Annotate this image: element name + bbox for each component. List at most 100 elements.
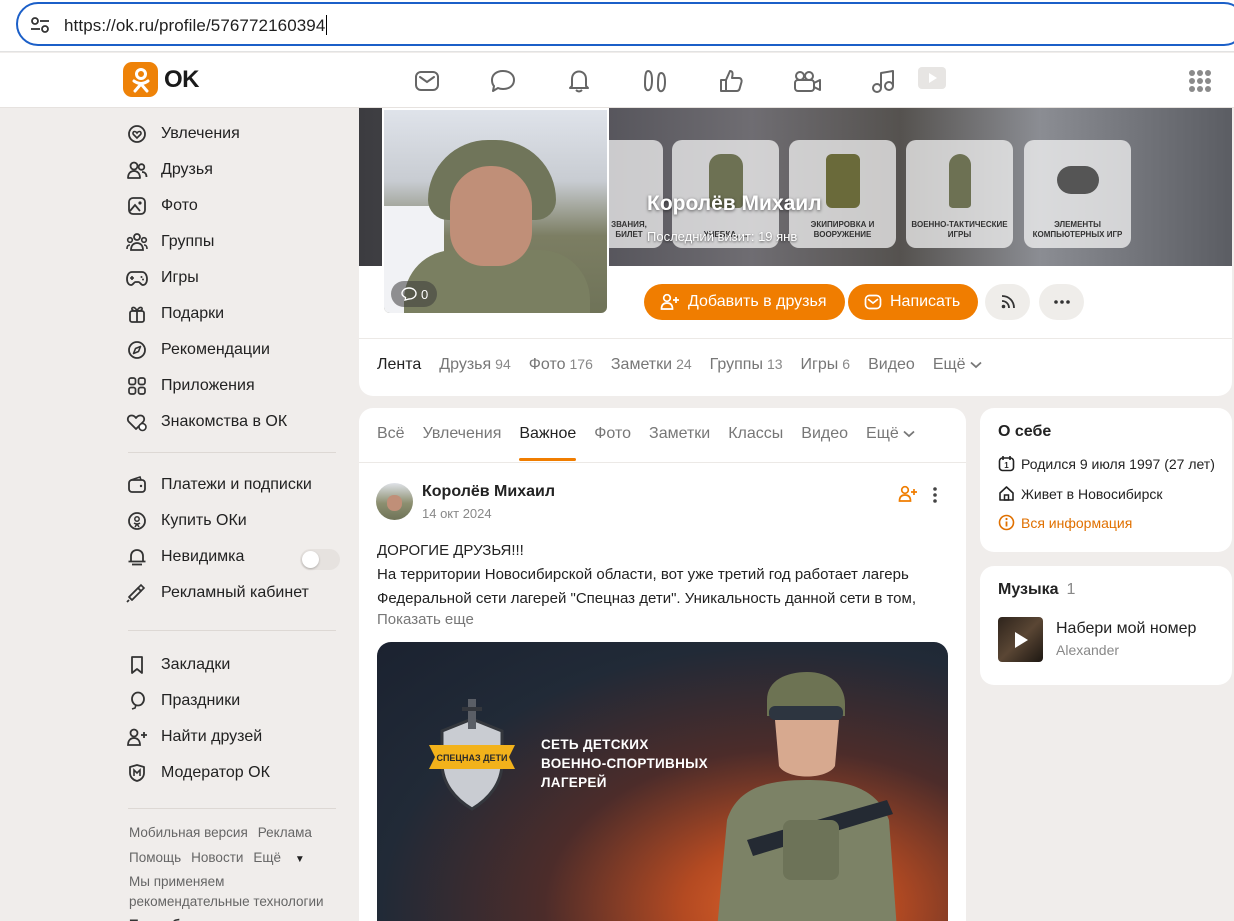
sidebar-item-holidays[interactable]: Праздники <box>126 688 240 714</box>
last-visit: Последний визит: 19 янв <box>647 229 798 244</box>
video-icon[interactable] <box>918 67 946 89</box>
sidebar-item-games[interactable]: Игры <box>126 265 199 291</box>
feed-tab-video[interactable]: Видео <box>801 425 848 461</box>
url-field[interactable]: https://ok.ru/profile/576772160394 <box>16 2 1234 46</box>
tab-video[interactable]: Видео <box>868 356 915 374</box>
mail-icon[interactable] <box>408 66 446 96</box>
sidebar-item-hobbies[interactable]: Увлечения <box>126 121 240 147</box>
apps-grid-icon[interactable] <box>1189 70 1211 92</box>
footer-link-news[interactable]: Новости <box>191 850 243 865</box>
sidebar-item-gifts[interactable]: Подарки <box>126 301 224 327</box>
gift-icon <box>126 303 148 325</box>
feed-tab-photo[interactable]: Фото <box>594 425 631 461</box>
tab-games[interactable]: Игры 6 <box>801 356 851 374</box>
tab-photo[interactable]: Фото 176 <box>529 356 593 374</box>
music-card: Музыка 1 Набери мой номер Alexander <box>980 566 1232 685</box>
sidebar-item-label: Праздники <box>161 692 241 709</box>
calendar-icon: 1 <box>998 456 1015 472</box>
like-icon[interactable] <box>712 66 750 96</box>
dating-icon <box>126 411 148 433</box>
sidebar-item-photo[interactable]: Фото <box>126 193 198 219</box>
sidebar-item-dating[interactable]: Знакомства в ОК <box>126 409 287 435</box>
profile-name: Королёв Михаил <box>647 192 822 215</box>
add-friend-icon <box>126 726 148 748</box>
sidebar-item-invisible[interactable]: Невидимка <box>126 544 244 570</box>
friends-icon <box>126 159 148 181</box>
write-message-button[interactable]: Написать <box>848 284 979 320</box>
music-title[interactable]: Музыка 1 <box>998 581 1075 599</box>
subscribe-button[interactable] <box>985 284 1030 320</box>
feed-tab-likes[interactable]: Классы <box>728 425 783 461</box>
sidebar-item-bookmarks[interactable]: Закладки <box>126 652 230 678</box>
more-vertical-icon[interactable] <box>931 485 939 505</box>
ok-logo[interactable]: OK <box>123 62 200 97</box>
tab-more[interactable]: Ещё <box>933 356 982 374</box>
ads-icon <box>126 582 148 604</box>
feed-tab-all[interactable]: Всё <box>377 425 405 461</box>
spetsnaz-deti-logo: СПЕЦНАЗ ДЕТИ <box>429 699 515 811</box>
comment-icon <box>401 287 417 301</box>
tab-feed[interactable]: Лента <box>377 356 421 374</box>
post-date: 14 окт 2024 <box>422 506 492 521</box>
track-title[interactable]: Набери мой номер <box>1056 620 1196 638</box>
post-image[interactable]: СПЕЦНАЗ ДЕТИ СЕТЬ ДЕТСКИХ ВОЕННО-СПОРТИВ… <box>377 642 948 921</box>
top-navigation <box>408 66 902 96</box>
sidebar-item-recommendations[interactable]: Рекомендации <box>126 337 270 363</box>
sidebar-item-apps[interactable]: Приложения <box>126 373 255 399</box>
coin-icon <box>126 510 148 532</box>
chevron-down-icon <box>970 361 982 369</box>
tab-notes[interactable]: Заметки 24 <box>611 356 692 374</box>
more-actions-button[interactable] <box>1039 284 1084 320</box>
site-settings-icon[interactable] <box>30 16 50 34</box>
guests-icon[interactable] <box>636 66 674 96</box>
post-author-avatar[interactable] <box>376 483 413 520</box>
sidebar-item-ads-cabinet[interactable]: Рекламный кабинет <box>126 580 309 606</box>
about-all-info-link[interactable]: Вся информация <box>998 514 1132 531</box>
post-author-name[interactable]: Королёв Михаил <box>422 483 555 501</box>
feed-tab-notes[interactable]: Заметки <box>649 425 710 461</box>
music-icon[interactable] <box>864 66 902 96</box>
about-card: О себе 1 Родился 9 июля 1997 (27 лет) Жи… <box>980 408 1232 552</box>
show-more-link[interactable]: Показать еще <box>377 611 474 628</box>
games-icon <box>126 267 148 289</box>
sidebar-item-friends[interactable]: Друзья <box>126 157 213 183</box>
track-play-button[interactable] <box>998 617 1043 662</box>
sidebar-item-label: Невидимка <box>161 548 245 565</box>
sidebar-item-label: Рекламный кабинет <box>161 584 309 601</box>
footer-link-more[interactable]: Ещё ▼ <box>253 850 314 865</box>
footer-link-mobile[interactable]: Мобильная версия <box>129 825 248 840</box>
tab-friends[interactable]: Друзья 94 <box>439 356 510 374</box>
ok-logo-icon <box>123 62 158 97</box>
logo-text: OK <box>164 65 200 93</box>
browser-address-bar: https://ok.ru/profile/576772160394 <box>0 0 1234 52</box>
add-friend-icon <box>660 293 679 310</box>
url-text[interactable]: https://ok.ru/profile/576772160394 <box>64 15 328 36</box>
tab-groups[interactable]: Группы 13 <box>710 356 783 374</box>
invisible-toggle[interactable] <box>300 549 340 570</box>
bell-icon[interactable] <box>560 66 598 96</box>
sidebar-item-buy-oki[interactable]: Купить ОКи <box>126 508 247 534</box>
footer-link-ads[interactable]: Реклама <box>258 825 312 840</box>
track-artist[interactable]: Alexander <box>1056 642 1119 658</box>
sidebar-item-moderator[interactable]: Модератор ОК <box>126 760 270 786</box>
footer-note: Мы применяем рекомендательные технологии <box>129 874 324 909</box>
sidebar-item-label: Закладки <box>161 656 231 673</box>
chat-icon[interactable] <box>484 66 522 96</box>
add-friend-button[interactable]: Добавить в друзья <box>644 284 845 320</box>
footer-link-details[interactable]: Подробнее <box>129 912 339 921</box>
sidebar-item-label: Платежи и подписки <box>161 476 312 493</box>
video-camera-icon[interactable] <box>788 66 826 96</box>
feed-tab-important[interactable]: Важное <box>519 425 576 461</box>
profile-divider <box>359 338 1232 339</box>
feed-tab-more[interactable]: Ещё <box>866 425 915 461</box>
post-text: ДОРОГИЕ ДРУЗЬЯ!!! На территории Новосиби… <box>377 539 952 611</box>
sidebar-item-label: Фото <box>161 197 198 214</box>
feed-tab-hobbies[interactable]: Увлечения <box>423 425 502 461</box>
sidebar-item-find-friends[interactable]: Найти друзей <box>126 724 262 750</box>
footer-link-help[interactable]: Помощь <box>129 850 181 865</box>
rss-icon <box>1001 295 1015 309</box>
sidebar-item-payments[interactable]: Платежи и подписки <box>126 472 312 498</box>
add-friend-icon[interactable] <box>898 485 918 508</box>
avatar-comments[interactable]: 0 <box>391 281 437 307</box>
sidebar-item-groups[interactable]: Группы <box>126 229 214 255</box>
